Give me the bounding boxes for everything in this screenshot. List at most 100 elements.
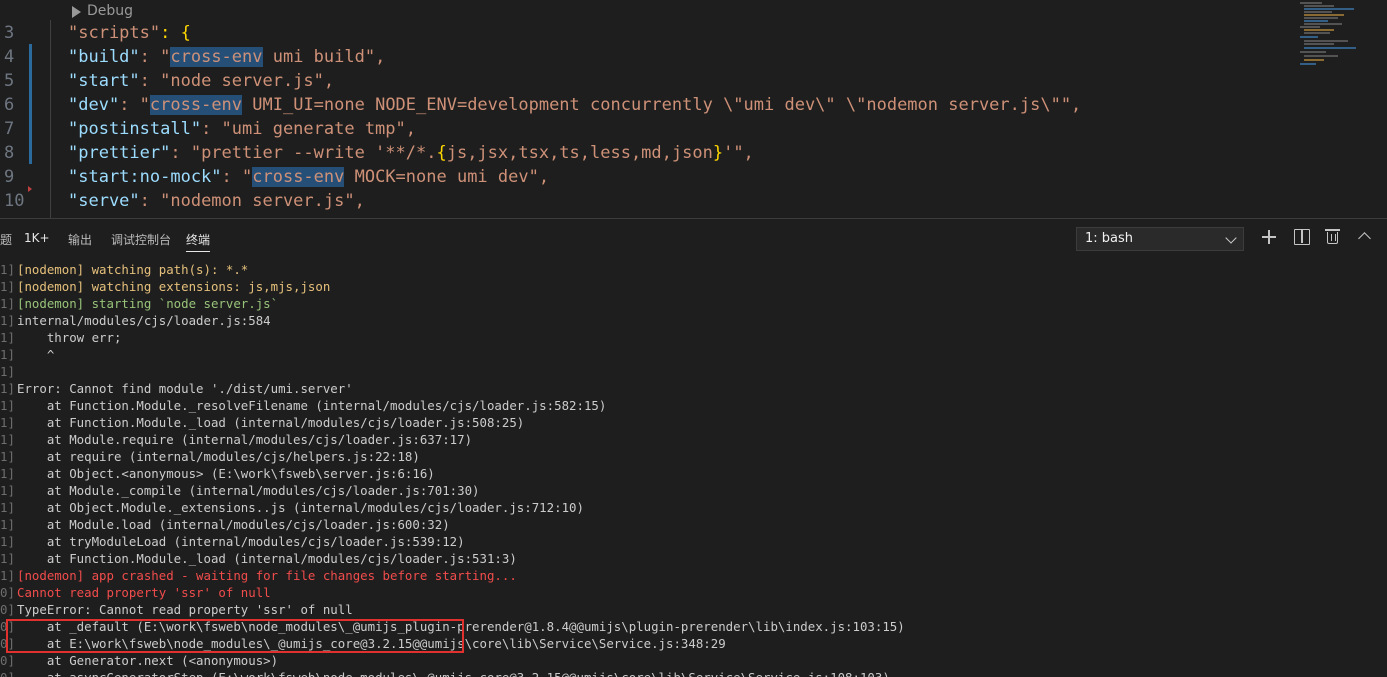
terminal-line-prefix: 1]	[0, 466, 15, 481]
terminal-line: 1] ^	[0, 346, 1387, 363]
code-text: "start:no-mock": "cross-env MOCK=none um…	[68, 165, 549, 189]
code-text: "postinstall": "umi generate tmp",	[68, 117, 416, 141]
terminal-line: 1] at require (internal/modules/cjs/help…	[0, 448, 1387, 465]
debug-codelens[interactable]: Debug	[72, 3, 133, 19]
brace: {	[436, 143, 447, 163]
terminal-line-text: [nodemon] app crashed - waiting for file…	[17, 568, 517, 583]
json-value: : "	[119, 95, 150, 115]
terminal-line: 1] at Object.<anonymous> (E:\work\fsweb\…	[0, 465, 1387, 482]
terminal-line-prefix: 1]	[0, 551, 15, 566]
terminal-line-text: at Function.Module._load (internal/modul…	[17, 551, 517, 566]
terminal-select[interactable]: 1: bash	[1076, 227, 1244, 251]
terminal-line-text: ^	[17, 347, 55, 362]
terminal-line-prefix: 1]	[0, 262, 15, 277]
terminal-line-text: at Object.<anonymous> (E:\work\fsweb\ser…	[17, 466, 435, 481]
terminal-line-prefix: 1]	[0, 347, 15, 362]
line-number: 7	[4, 119, 15, 139]
terminal-line-text: at Object.Module._extensions..js (intern…	[17, 500, 584, 515]
terminal-line: 0] at Generator.next (<anonymous>)	[0, 652, 1387, 669]
json-value: : "prettier --write '**/*.	[170, 143, 437, 163]
code-editor[interactable]: Debug 3 "scripts": {4 "build": "cross-env …	[0, 0, 1387, 218]
code-line: 4 "build": "cross-env umi build",	[0, 45, 1290, 69]
terminal-line-text: throw err;	[17, 330, 122, 345]
play-icon	[72, 5, 81, 18]
terminal-line: 1] at Module.require (internal/modules/c…	[0, 431, 1387, 448]
code-line: 7 "postinstall": "umi generate tmp",	[0, 117, 1290, 141]
terminal-line-text: [nodemon] watching path(s): *.*	[17, 262, 249, 277]
terminal-line-prefix: 1]	[0, 415, 15, 430]
terminal-line: 0] TypeError: Cannot read property 'ssr' …	[0, 601, 1387, 618]
terminal-line: 1] Error: Cannot find module './dist/umi.…	[0, 380, 1387, 397]
code-line: 3 "scripts": {	[0, 21, 1290, 45]
terminal-line-prefix: 1]	[0, 313, 15, 328]
json-key: "dev"	[68, 95, 120, 115]
code-line: 6 "dev": "cross-env UMI_UI=none NODE_ENV=…	[0, 93, 1290, 117]
json-key: "prettier"	[68, 143, 171, 163]
json-value: : "nodemon server.js",	[139, 191, 365, 211]
tab-problems[interactable]: 题	[0, 231, 12, 248]
panel-header: 题 1K+ 输出 调试控制台 终端 1: bash	[0, 219, 1387, 259]
json-key: "postinstall"	[68, 119, 202, 139]
highlighted-text: cross-env	[149, 95, 243, 115]
chevron-down-icon	[1225, 232, 1237, 244]
terminal-line-prefix: 1]	[0, 483, 15, 498]
trash-icon[interactable]	[1325, 229, 1340, 244]
highlighted-text: cross-env	[252, 167, 345, 187]
json-key: "scripts"	[68, 23, 161, 43]
terminal-line-text: [nodemon] starting `node server.js`	[17, 296, 279, 311]
terminal-line: 1] at Module._compile (internal/modules/…	[0, 482, 1387, 499]
new-terminal-plus-icon[interactable]	[1261, 229, 1277, 245]
json-key: "serve"	[68, 191, 140, 211]
terminal-line-text: internal/modules/cjs/loader.js:584	[17, 313, 271, 328]
json-value: UMI_UI=none NODE_ENV=development concurr…	[242, 95, 1082, 115]
terminal-line-prefix: 1]	[0, 330, 15, 345]
json-value: '",	[723, 143, 754, 163]
tab-terminal[interactable]: 终端	[186, 231, 211, 252]
terminal-line-prefix: 1]	[0, 381, 15, 396]
terminal-line-prefix: 1]	[0, 500, 15, 515]
json-key: "build"	[68, 47, 140, 67]
problems-count-badge: 1K+	[24, 231, 50, 245]
terminal-line-text: at tryModuleLoad (internal/modules/cjs/l…	[17, 534, 465, 549]
chevron-up-icon[interactable]	[1358, 232, 1371, 245]
bottom-panel: 题 1K+ 输出 调试控制台 终端 1: bash 1] [nodemon] wa…	[0, 218, 1387, 677]
terminal-line-prefix: 0]	[0, 602, 15, 617]
code-line: 5 "start": "node server.js",	[0, 69, 1290, 93]
terminal-line-prefix: 0]	[0, 585, 15, 600]
terminal-line-prefix: 1]	[0, 432, 15, 447]
terminal-line: 1] at Object.Module._extensions..js (int…	[0, 499, 1387, 516]
terminal-line-text: TypeError: Cannot read property 'ssr' of…	[17, 602, 353, 617]
punctuation: : {	[160, 23, 191, 43]
split-terminal-icon[interactable]	[1294, 229, 1310, 245]
code-text: "dev": "cross-env UMI_UI=none NODE_ENV=d…	[68, 93, 1081, 117]
json-key: "start:no-mock"	[68, 167, 222, 187]
json-value: : "	[139, 47, 171, 67]
terminal-line: 0] Cannot read property 'ssr' of null	[0, 584, 1387, 601]
json-value: js,jsx,tsx,ts,less,md,json	[446, 143, 713, 163]
tab-debug-console[interactable]: 调试控制台	[111, 231, 171, 248]
terminal-line-text: at Function.Module._load (internal/modul…	[17, 415, 525, 430]
terminal-line-text: Cannot read property 'ssr' of null	[17, 585, 271, 600]
terminal-line-prefix: 1]	[0, 517, 15, 532]
line-number: 8	[4, 143, 15, 163]
highlight-annotation-box	[6, 619, 464, 653]
terminal-line: 1] [nodemon] app crashed - waiting for fi…	[0, 567, 1387, 584]
terminal-line: 1] [nodemon] starting `node server.js`	[0, 295, 1387, 312]
terminal-line-text: at Function.Module._resolveFilename (int…	[17, 398, 607, 413]
json-value: umi build",	[262, 47, 386, 67]
json-value: : "umi generate tmp",	[201, 119, 416, 139]
minimap[interactable]	[1290, 0, 1387, 218]
json-value: : "	[221, 167, 253, 187]
code-text: "start": "node server.js",	[68, 69, 334, 93]
code-line: 10 "serve": "nodemon server.js",	[0, 189, 1290, 213]
terminal-line-prefix: 0]	[0, 653, 15, 668]
terminal-line-prefix: 1]	[0, 398, 15, 413]
debug-label: Debug	[87, 3, 134, 19]
code-text: "build": "cross-env umi build",	[68, 45, 385, 69]
tab-output[interactable]: 输出	[68, 231, 92, 248]
highlighted-text: cross-env	[170, 47, 263, 67]
terminal-output[interactable]: 1] [nodemon] watching path(s): *.* 1] [node…	[0, 261, 1387, 677]
terminal-line-prefix: 1]	[0, 296, 15, 311]
code-text: "prettier": "prettier --write '**/*.{js,…	[68, 141, 754, 165]
code-text: "serve": "nodemon server.js",	[68, 189, 365, 213]
